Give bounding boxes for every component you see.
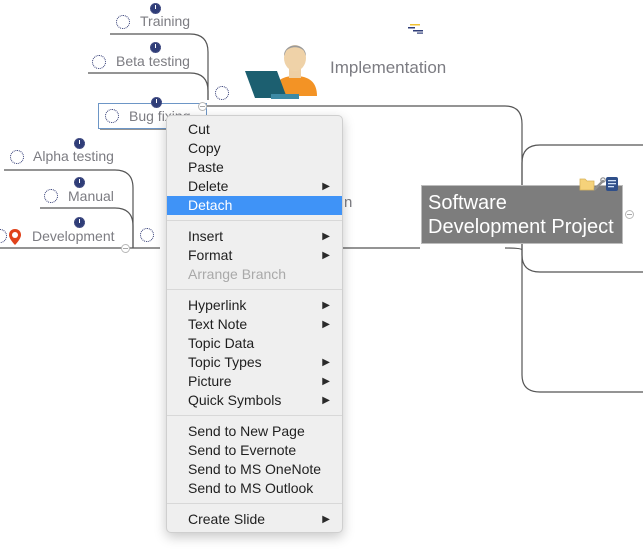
clock-icon (116, 15, 130, 29)
menu-item-insert[interactable]: Insert ▶ (167, 227, 342, 246)
menu-item-copy[interactable]: Copy (167, 139, 342, 158)
map-pin-icon (9, 229, 21, 245)
menu-item-label: Insert (188, 228, 224, 244)
menu-item-label: Detach (188, 197, 233, 213)
submenu-arrow-icon: ▶ (322, 376, 330, 387)
clock-icon (92, 55, 106, 69)
clock-icon (140, 228, 154, 242)
central-topic-line2: Development Project (428, 216, 614, 238)
menu-item-label: Send to MS Outlook (188, 480, 314, 496)
menu-item-label: Send to Evernote (188, 442, 297, 458)
menu-item-label: Cut (188, 121, 210, 137)
menu-item-label: Send to MS OneNote (188, 461, 322, 477)
topic-development[interactable]: Development (32, 228, 115, 244)
submenu-arrow-icon: ▶ (322, 181, 330, 192)
menu-item-create-slide[interactable]: Create Slide ▶ (167, 510, 342, 529)
central-topic-line1: Software (428, 192, 507, 214)
submenu-arrow-icon: ▶ (322, 250, 330, 261)
folder-icon (579, 178, 595, 191)
menu-item-hyperlink[interactable]: Hyperlink ▶ (167, 296, 342, 315)
menu-separator (167, 289, 342, 290)
menu-item-label: Topic Types (188, 354, 262, 370)
clock-solid-icon (151, 97, 162, 108)
menu-item-label: Topic Data (188, 335, 255, 351)
submenu-arrow-icon: ▶ (322, 231, 330, 242)
submenu-arrow-icon: ▶ (322, 514, 330, 525)
menu-item-label: Picture (188, 373, 232, 389)
developer-avatar-icon (245, 45, 317, 99)
link-icon (593, 177, 606, 191)
menu-item-topic-types[interactable]: Topic Types ▶ (167, 353, 342, 372)
menu-item-label: Delete (188, 178, 229, 194)
clock-icon (105, 109, 119, 123)
submenu-arrow-icon: ▶ (322, 395, 330, 406)
topic-manual[interactable]: Manual (68, 188, 114, 204)
clock-solid-icon (74, 217, 85, 228)
collapse-toggle[interactable] (198, 102, 207, 111)
menu-item-label: Create Slide (188, 511, 266, 527)
topic-alpha-testing[interactable]: Alpha testing (33, 148, 114, 164)
menu-item-format[interactable]: Format ▶ (167, 246, 342, 265)
menu-item-quick-symbols[interactable]: Quick Symbols ▶ (167, 391, 342, 410)
hidden-topic-fragment: n (344, 194, 353, 211)
menu-item-detach[interactable]: Detach (167, 196, 342, 215)
clock-icon (10, 150, 24, 164)
menu-item-label: Quick Symbols (188, 392, 282, 408)
submenu-arrow-icon: ▶ (322, 319, 330, 330)
submenu-arrow-icon: ▶ (322, 300, 330, 311)
menu-item-arrange-branch: Arrange Branch (167, 265, 342, 284)
menu-item-text-note[interactable]: Text Note ▶ (167, 315, 342, 334)
menu-item-delete[interactable]: Delete ▶ (167, 177, 342, 196)
menu-item-label: Hyperlink (188, 297, 247, 313)
filter-icon (408, 24, 423, 34)
menu-separator (167, 503, 342, 504)
topic-implementation[interactable]: Implementation (330, 58, 446, 78)
menu-item-label: Paste (188, 159, 224, 175)
central-topic[interactable]: Software Development Project (421, 185, 623, 244)
clock-icon (215, 86, 229, 100)
menu-item-label: Copy (188, 140, 221, 156)
clock-solid-icon (150, 42, 161, 53)
menu-item-label: Send to New Page (188, 423, 305, 439)
menu-item-paste[interactable]: Paste (167, 158, 342, 177)
clock-icon (44, 189, 58, 203)
menu-separator (167, 415, 342, 416)
context-menu: Cut Copy Paste Delete ▶ Detach Insert ▶ Format ▶ A… (166, 115, 343, 533)
menu-item-cut[interactable]: Cut (167, 120, 342, 139)
menu-item-send-to-evernote[interactable]: Send to Evernote (167, 441, 342, 460)
topic-training[interactable]: Training (140, 13, 190, 29)
menu-separator (167, 220, 342, 221)
submenu-arrow-icon: ▶ (322, 357, 330, 368)
menu-item-topic-data[interactable]: Topic Data (167, 334, 342, 353)
clock-solid-icon (74, 177, 85, 188)
menu-item-send-to-new-page[interactable]: Send to New Page (167, 422, 342, 441)
menu-item-label: Arrange Branch (188, 266, 287, 282)
menu-item-send-to-ms-onenote[interactable]: Send to MS OneNote (167, 460, 342, 479)
collapse-toggle[interactable] (121, 244, 130, 253)
collapse-toggle[interactable] (625, 210, 634, 219)
menu-item-picture[interactable]: Picture ▶ (167, 372, 342, 391)
note-icon (606, 177, 618, 191)
topic-beta-testing[interactable]: Beta testing (116, 53, 190, 69)
menu-item-send-to-ms-outlook[interactable]: Send to MS Outlook (167, 479, 342, 498)
menu-item-label: Text Note (188, 316, 248, 332)
central-topic-icons (579, 177, 618, 191)
menu-item-label: Format (188, 247, 233, 263)
